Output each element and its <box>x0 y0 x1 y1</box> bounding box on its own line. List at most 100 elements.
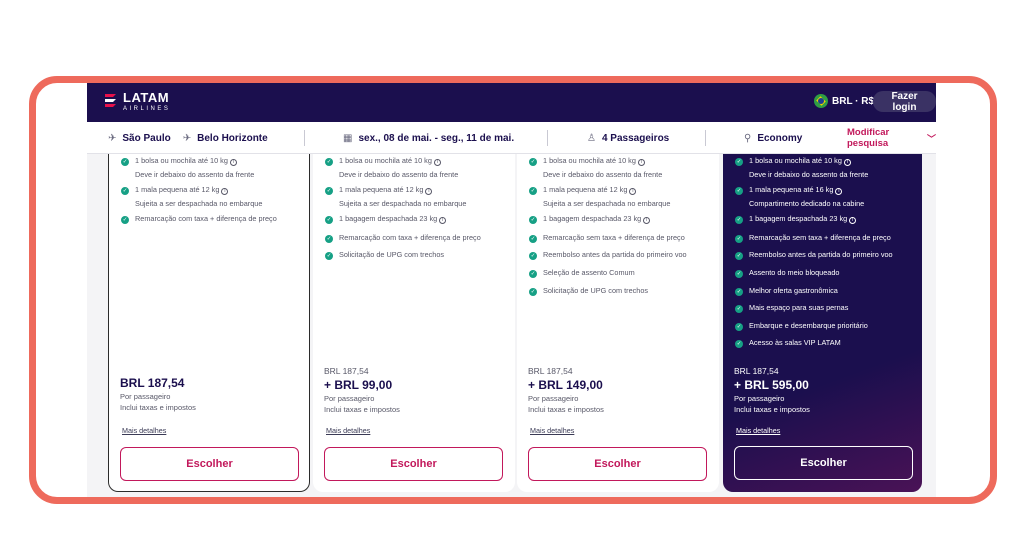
modify-search-label: Modificar pesquisa <box>847 127 890 149</box>
cabin-summary[interactable]: ⚲ Economy <box>744 122 802 154</box>
per-passenger-label: Por passageiro <box>734 394 785 403</box>
latam-logo-icon <box>105 94 116 107</box>
price-block: BRL 187,54 + BRL 99,00 Por passageiro In… <box>324 366 400 416</box>
modify-search-link[interactable]: Modificar pesquisa ﹀ <box>847 122 936 154</box>
fare-price: + BRL 99,00 <box>324 378 393 392</box>
check-icon: ✓ <box>529 252 537 260</box>
feature-item: ✓ 1 bagagem despachada 23 kg i <box>529 214 651 224</box>
feature-item: ✓ Assento do meio bloqueado <box>735 268 840 278</box>
more-details-link[interactable]: Mais detalhes <box>326 426 370 435</box>
feature-item: ✓ Reembolso antes da partida do primeiro… <box>529 250 687 260</box>
feature-item: ✓ Melhor oferta gastronômica <box>735 286 838 296</box>
check-icon: ✓ <box>735 252 743 260</box>
chevron-down-icon: ﹀ <box>926 133 936 144</box>
check-icon: ✓ <box>529 158 537 166</box>
logo-subtitle: AIRLINES <box>123 106 171 112</box>
fare-price: + BRL 149,00 <box>528 378 603 392</box>
check-icon: ✓ <box>735 158 743 166</box>
taxes-label: Inclui taxas e impostos <box>324 404 400 414</box>
base-price: BRL 187,54 <box>734 366 779 376</box>
feature-item: ✓ Remarcação sem taxa + diferença de pre… <box>735 233 891 243</box>
login-button[interactable]: Fazer login <box>873 91 936 113</box>
info-icon[interactable]: i <box>637 159 645 166</box>
origin-city: São Paulo <box>122 132 171 144</box>
feature-item: ✓ Seleção de assento Comum <box>529 268 635 278</box>
info-icon[interactable]: i <box>849 217 857 224</box>
latam-logo[interactable]: LATAM AIRLINES <box>104 91 170 112</box>
plane-landing-icon: ✈ <box>182 132 192 144</box>
check-icon: ✓ <box>325 252 333 260</box>
check-icon: ✓ <box>529 187 537 195</box>
person-icon: ♙ <box>587 132 596 144</box>
feature-item: ✓ 1 mala pequena até 12 kg i Sujeita a ser… <box>529 185 671 208</box>
check-icon: ✓ <box>529 216 537 224</box>
check-icon: ✓ <box>735 270 743 278</box>
feature-item: ✓ Remarcação sem taxa + diferença de pre… <box>529 233 685 243</box>
info-icon[interactable]: i <box>835 188 843 195</box>
currency-selector[interactable]: BRL · R$ <box>814 94 874 108</box>
fare-price: + BRL 595,00 <box>734 378 809 392</box>
info-icon[interactable]: i <box>229 159 237 166</box>
fare-cards: ✓ 1 bolsa ou mochila até 10 kg i Deve ir d… <box>87 154 936 497</box>
fare-card-2[interactable]: ✓ 1 bolsa ou mochila até 10 kg i Deve ir d… <box>313 154 515 492</box>
price-block: BRL 187,54 Por passageiro Inclui taxas e… <box>120 376 196 414</box>
taxes-label: Inclui taxas e impostos <box>120 402 196 412</box>
check-icon: ✓ <box>735 323 743 331</box>
currency-label: BRL · R$ <box>832 95 875 107</box>
price-block: BRL 187,54 + BRL 595,00 Por passageiro I… <box>734 366 810 416</box>
fare-card-3[interactable]: ✓ 1 bolsa ou mochila até 10 kg i Deve ir d… <box>517 154 719 492</box>
choose-button[interactable]: Escolher <box>120 447 299 481</box>
divider <box>304 130 305 146</box>
check-icon: ✓ <box>325 158 333 166</box>
choose-button[interactable]: Escolher <box>734 446 913 480</box>
cabin-class: Economy <box>757 132 803 144</box>
info-icon[interactable]: i <box>425 188 433 195</box>
feature-item: ✓ Mais espaço para suas pernas <box>735 303 849 313</box>
base-price: BRL 187,54 <box>528 366 573 376</box>
per-passenger-label: Por passageiro <box>528 394 579 403</box>
passengers-summary[interactable]: ♙ 4 Passageiros <box>587 122 669 154</box>
choose-button[interactable]: Escolher <box>324 447 503 481</box>
more-details-link[interactable]: Mais detalhes <box>122 426 166 435</box>
taxes-label: Inclui taxas e impostos <box>734 404 810 414</box>
fare-card-1[interactable]: ✓ 1 bolsa ou mochila até 10 kg i Deve ir d… <box>108 154 310 492</box>
dates-summary[interactable]: ▦ sex., 08 de mai. - seg., 11 de mai. <box>343 122 514 154</box>
feature-item: ✓ 1 bagagem despachada 23 kg i <box>325 214 447 224</box>
feature-item: ✓ 1 mala pequena até 12 kg i Sujeita a ser… <box>325 185 467 208</box>
check-icon: ✓ <box>529 270 537 278</box>
info-icon[interactable]: i <box>439 217 447 224</box>
destination-city: Belo Horizonte <box>197 132 268 144</box>
feature-item: ✓ 1 bagagem despachada 23 kg i <box>735 214 857 224</box>
info-icon[interactable]: i <box>643 217 651 224</box>
fare-price: BRL 187,54 <box>120 376 185 390</box>
info-icon[interactable]: i <box>843 159 851 166</box>
feature-item: ✓ 1 bolsa ou mochila até 10 kg i Deve ir d… <box>529 156 663 179</box>
fare-card-4[interactable]: ✓ 1 bolsa ou mochila até 10 kg i Deve ir d… <box>723 154 922 492</box>
check-icon: ✓ <box>735 235 743 243</box>
choose-button[interactable]: Escolher <box>528 447 707 481</box>
feature-item: ✓ Acesso às salas VIP LATAM <box>735 338 841 348</box>
feature-item: ✓ Reembolso antes da partida do primeiro… <box>735 250 893 260</box>
check-icon: ✓ <box>735 340 743 348</box>
divider <box>547 130 548 146</box>
per-passenger-label: Por passageiro <box>324 394 375 403</box>
route-summary[interactable]: ✈ São Paulo ✈ Belo Horizonte <box>108 122 268 154</box>
taxes-label: Inclui taxas e impostos <box>528 404 604 414</box>
check-icon: ✓ <box>529 235 537 243</box>
more-details-link[interactable]: Mais detalhes <box>736 426 780 435</box>
check-icon: ✓ <box>325 235 333 243</box>
calendar-icon: ▦ <box>343 132 353 144</box>
check-icon: ✓ <box>735 288 743 296</box>
feature-item: ✓ 1 bolsa ou mochila até 10 kg i Deve ir d… <box>325 156 459 179</box>
base-price: BRL 187,54 <box>324 366 369 376</box>
check-icon: ✓ <box>325 187 333 195</box>
more-details-link[interactable]: Mais detalhes <box>530 426 574 435</box>
logo-wordmark: LATAM <box>123 90 170 105</box>
price-block: BRL 187,54 + BRL 149,00 Por passageiro I… <box>528 366 604 416</box>
check-icon: ✓ <box>529 288 537 296</box>
check-icon: ✓ <box>121 216 129 224</box>
info-icon[interactable]: i <box>221 188 229 195</box>
info-icon[interactable]: i <box>629 188 637 195</box>
info-icon[interactable]: i <box>433 159 441 166</box>
feature-item: ✓ Remarcação com taxa + diferença de pre… <box>121 214 277 224</box>
